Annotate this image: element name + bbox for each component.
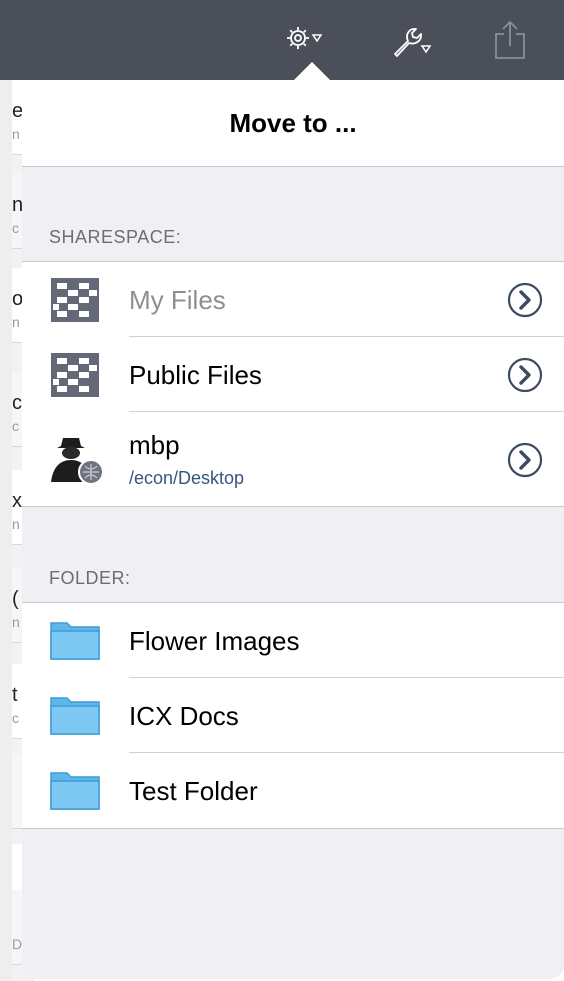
folder-item-label: Test Folder xyxy=(129,776,258,806)
folder-icon xyxy=(49,767,101,815)
list-item-subtitle: n xyxy=(12,614,20,630)
sharespace-item-public-files[interactable]: Public Files xyxy=(22,337,564,412)
sharespace-icon xyxy=(49,351,101,399)
chevron-right-icon[interactable] xyxy=(507,357,543,393)
share-icon[interactable] xyxy=(488,18,532,62)
sharespace-item-path: /econ/Desktop xyxy=(129,468,245,488)
popover-title: Move to ... xyxy=(229,107,357,138)
section-header-sharespace: SHARESPACE: xyxy=(49,227,182,247)
list-item-subtitle: n xyxy=(12,314,20,330)
sharespace-item-my-files[interactable]: My Files xyxy=(22,262,564,337)
sharespace-list: My Files Public Files mbp /econ/Desktop xyxy=(22,261,564,507)
list-item-title: c xyxy=(12,392,22,414)
chevron-right-icon[interactable] xyxy=(507,442,543,478)
sharespace-item-label: Public Files xyxy=(129,360,262,390)
toolbar xyxy=(0,0,564,80)
list-item-subtitle: c xyxy=(12,220,19,236)
section-header-folder: FOLDER: xyxy=(49,568,131,588)
list-item-subtitle: D xyxy=(12,936,23,952)
folder-item-label: ICX Docs xyxy=(129,701,239,731)
folder-item-icx-docs[interactable]: ICX Docs xyxy=(22,678,564,753)
popover-arrow xyxy=(294,62,330,80)
user-computer-icon xyxy=(49,432,104,485)
list-item-subtitle: c xyxy=(12,418,19,434)
sharespace-item-mbp[interactable]: mbp /econ/Desktop xyxy=(22,412,564,506)
sharespace-item-label: mbp xyxy=(129,430,180,460)
folder-item-label: Flower Images xyxy=(129,626,300,656)
sharespace-icon xyxy=(49,276,101,324)
folder-item-test-folder[interactable]: Test Folder xyxy=(22,753,564,828)
list-item-title: x xyxy=(12,490,22,512)
sharespace-item-label: My Files xyxy=(129,285,226,315)
popover-header: Move to ... xyxy=(22,80,564,167)
list-item-subtitle: n xyxy=(12,516,20,532)
list-item-subtitle: n xyxy=(12,126,20,142)
wrench-icon[interactable] xyxy=(388,18,432,62)
folder-icon xyxy=(49,617,101,665)
list-item-title: t xyxy=(12,684,18,706)
folder-icon xyxy=(49,692,101,740)
folder-list: Flower Images ICX Docs Test Folder xyxy=(22,602,564,829)
list-item-title: ( xyxy=(12,588,19,610)
gear-icon[interactable] xyxy=(282,18,326,62)
list-item-subtitle: c xyxy=(12,710,19,726)
chevron-right-icon[interactable] xyxy=(507,282,543,318)
move-to-popover: Move to ... SHARESPACE: My Files Public … xyxy=(22,80,564,979)
folder-item-flower-images[interactable]: Flower Images xyxy=(22,603,564,678)
